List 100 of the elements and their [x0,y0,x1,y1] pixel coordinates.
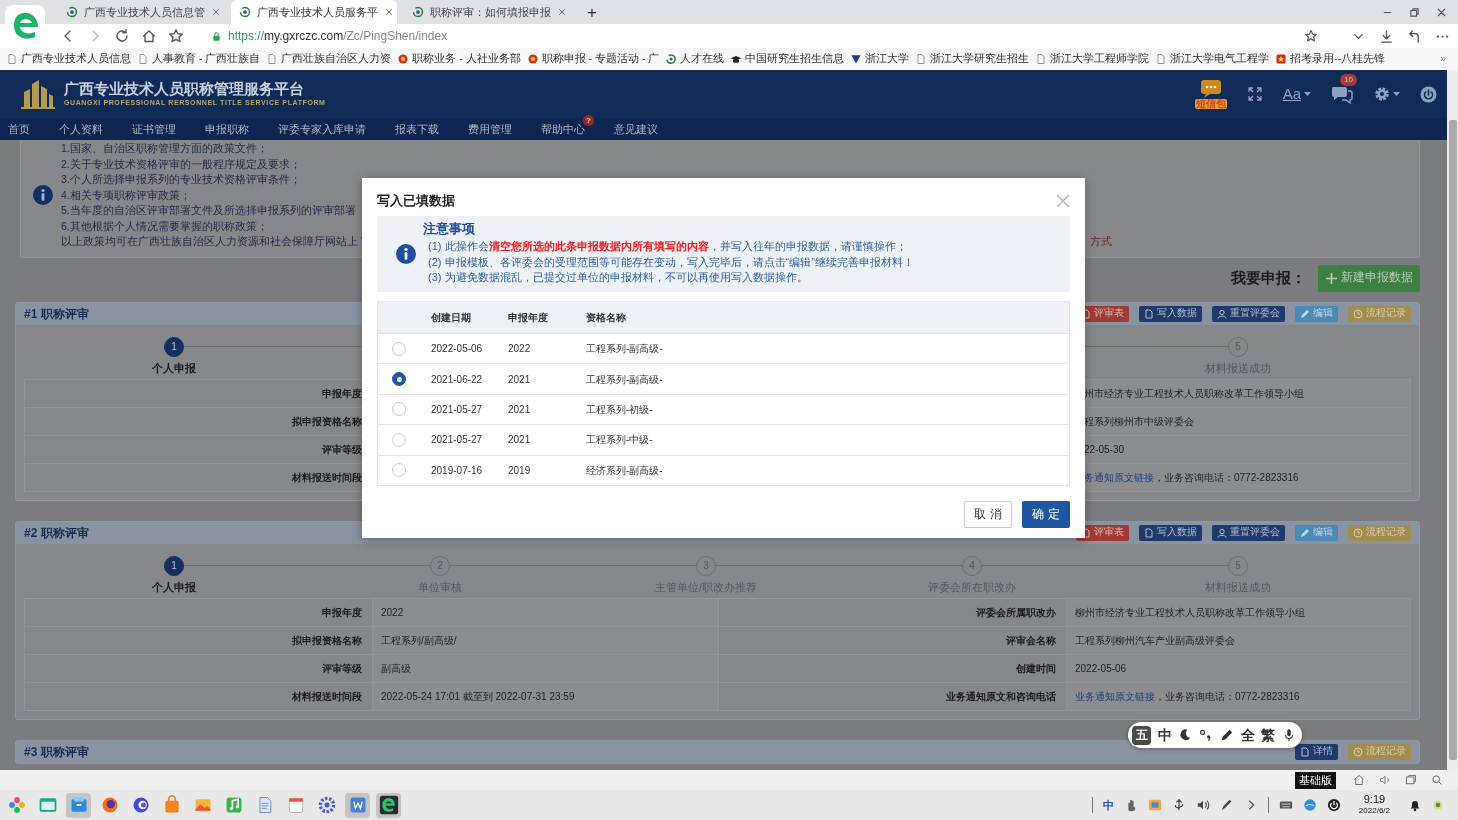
field-value: 柳州市经济专业工程技术人员职称改革工作领导小组 [1067,598,1411,627]
network-icon[interactable] [1302,798,1317,812]
bookmark-item[interactable]: 浙江大学工程师学院 [1035,51,1150,67]
fullscreen-icon[interactable] [1246,86,1263,102]
window-icon[interactable] [1405,774,1417,786]
nav-item[interactable]: 报表下载 [395,120,439,138]
bookmark-item[interactable]: 招考录用--八桂先锋 [1275,51,1386,67]
policy-text: 2.关于专业技术资格评审的一般程序规定及要求； [61,156,301,172]
policy-note: 方式 [1090,234,1112,249]
field-label: 拟申报资格名称 [25,626,373,655]
volume-icon[interactable] [1379,774,1391,786]
nav-item[interactable]: 意见建议 [614,120,658,138]
clock-date: 2022/6/2 [1358,805,1390,816]
triangle-icon [850,53,863,65]
launcher-icon[interactable] [6,795,27,815]
info-icon [33,185,53,206]
field-value: 工程系列柳州汽车产业副高级评委会 [1067,626,1411,655]
policy-text: 3.个人所选择申报系列的专业技术资格评审条件； [61,172,301,187]
nav-item[interactable]: 评委专家入库申请 [278,120,366,138]
status-icon[interactable] [1432,799,1444,811]
message-count-badge: 10 [1340,74,1357,86]
action-button[interactable]: 重置评委会 [1212,524,1285,541]
font-size-button[interactable]: Aa [1282,82,1311,106]
more-bookmarks-button[interactable]: » [1440,51,1446,67]
gear-icon[interactable] [316,795,337,815]
close-icon[interactable] [384,7,394,17]
window-icon[interactable] [37,795,58,815]
card-title: #3 职称评审 [24,743,89,761]
message-icon [1199,79,1222,99]
bookmark-item[interactable]: 职称申报 - 专题活动 - 广 [526,51,660,67]
color-icon[interactable] [1147,798,1162,812]
nav-item[interactable]: 费用管理 [468,120,512,138]
caret-icon [1304,91,1311,97]
nav-item[interactable]: 首页 [8,120,30,138]
ime-button[interactable]: 繁 [1261,724,1276,746]
bell-icon[interactable] [1408,798,1422,812]
restore-icon[interactable] [1408,5,1421,19]
download-icon[interactable] [1379,28,1394,44]
ime-button[interactable]: 中 [1157,724,1172,746]
bookmark-item[interactable]: 广西专业技术人员信息 [6,51,131,67]
field-label: 申报年度 [25,598,373,627]
action-button[interactable]: 重置评委会 [1212,305,1285,322]
close-icon[interactable] [557,7,567,17]
action-button[interactable]: 写入数据 [1139,524,1202,541]
browser-icon[interactable] [378,795,399,815]
close-icon[interactable] [211,7,221,17]
bookmark-item[interactable]: 中国研究生招生信息 [730,51,845,67]
nav-item[interactable]: 申报职称 [205,120,249,138]
column-header: 申报年度 [508,311,549,325]
document-icon [1300,746,1310,757]
scrollbar[interactable] [1447,70,1458,770]
action-button[interactable]: 详情 [1295,743,1338,760]
pencil-icon [1300,527,1310,538]
user-icon [1217,527,1227,538]
bookmark-star-icon[interactable] [1304,29,1318,43]
bookmark-item[interactable]: 浙江大学研究生招生 [915,51,1030,67]
ime-logo[interactable]: 五 [1132,725,1151,745]
new-tab-button[interactable]: + [587,3,597,21]
action-button[interactable]: 写入数据 [1139,305,1202,322]
cancel-button[interactable]: 取 消 [964,500,1012,528]
nav-item[interactable]: 帮助中心 [541,120,585,138]
bookmark-item[interactable]: 职称业务 - 人社业务部 [397,51,521,67]
power-icon[interactable] [1326,798,1341,812]
info-icon [396,244,416,264]
home-icon[interactable] [1353,774,1365,786]
step-label: 个人申报 [152,579,196,595]
pen-icon[interactable] [1219,728,1234,742]
confirm-button[interactable]: 确 定 [1022,500,1070,528]
help-badge: ? [583,114,594,126]
bookmark-item[interactable]: 浙江大学电气工程学 [1155,51,1270,67]
bookmark-item[interactable]: 广西壮族自治区人力资 [266,51,392,67]
search-icon[interactable] [1431,774,1443,786]
reload-icon[interactable] [114,28,130,44]
bookmark-item[interactable]: 浙江大学 [850,51,910,67]
edition-label: 基础版 [1295,771,1336,789]
ime-button[interactable]: 全 [1240,724,1255,746]
nav-item[interactable]: 证书管理 [132,120,176,138]
site-title: 广西专业技术人员职称管理服务平台 [64,79,305,98]
chat-icon[interactable] [1331,84,1353,104]
volume-icon[interactable] [1195,798,1210,812]
settings-button[interactable] [1373,85,1400,103]
bookmark-item[interactable]: 人才在线 [665,51,725,67]
policy-text: 5.当年度的自治区评审部署文件及所选择申报系列的评审部署 [61,203,356,218]
clock-icon [1353,308,1363,319]
browser-tab[interactable]: 职称评审：如何填报申报 [404,0,570,24]
cap-icon [730,53,743,65]
table-cell-text: 2021-06-22 [431,372,484,387]
pen-icon[interactable] [1219,798,1234,812]
browser-tab[interactable]: 广西专业技术人员信息管 [58,0,224,24]
nav-item[interactable]: 个人资料 [59,120,103,138]
input-method-indicator[interactable]: 中 [1102,796,1114,814]
radio-button[interactable] [392,372,406,387]
emblem-icon [526,53,539,65]
bookmark-star-icon[interactable] [168,28,184,44]
bookmark-item[interactable]: 人事教育 - 广西壮族自 [137,51,261,67]
notice-title: 注意事项 [423,221,476,239]
browser-tab[interactable]: 广西专业技术人员服务平 [231,0,397,24]
home-icon[interactable] [141,28,157,44]
field-label: 材料报送时间段 [25,682,373,711]
undo-icon[interactable] [1407,28,1422,44]
